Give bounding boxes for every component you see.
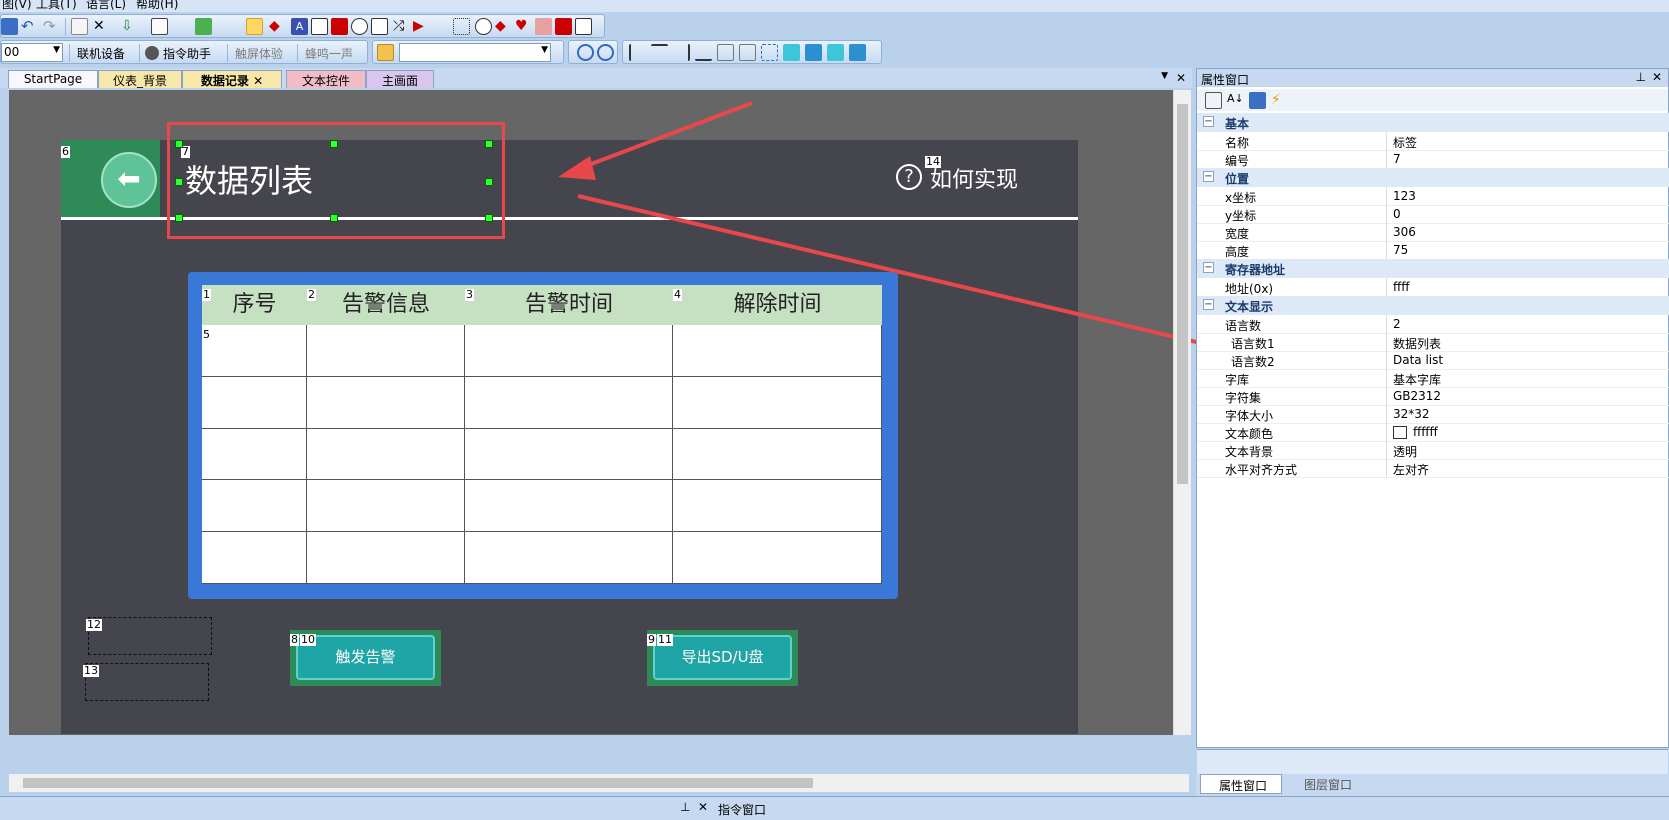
sort-az-icon[interactable]: A↓ [1227, 92, 1244, 109]
divider [1386, 205, 1387, 224]
command-window-title: 指令窗口 [718, 803, 767, 817]
collapse-icon[interactable]: − [1203, 116, 1214, 127]
property-row[interactable]: 字体大小 32*32 [1197, 405, 1669, 424]
vertical-scrollbar[interactable] [1173, 90, 1191, 735]
arrow-line [577, 194, 1231, 352]
property-key: 编号 [1225, 154, 1250, 168]
property-row[interactable]: 字库 基本字库 [1197, 369, 1669, 388]
property-value[interactable]: 306 [1393, 225, 1416, 239]
property-category[interactable]: − 基本 [1197, 113, 1669, 132]
property-key: 字体大小 [1225, 409, 1274, 423]
property-key: 语言数2 [1231, 355, 1275, 369]
close-icon[interactable]: ✕ [1652, 70, 1662, 84]
collapse-icon[interactable]: − [1203, 262, 1214, 273]
property-key: 文本颜色 [1225, 427, 1274, 441]
collapse-icon[interactable]: − [1203, 171, 1214, 182]
property-key: 语言数1 [1231, 337, 1275, 351]
property-value[interactable]: 2 [1393, 317, 1401, 331]
property-value[interactable]: ffffff [1413, 425, 1438, 439]
property-key: 高度 [1225, 245, 1250, 259]
property-value[interactable]: GB2312 [1393, 389, 1441, 403]
property-panel: 属性窗口 ⊥ ✕ A↓ ⚡ − 基本名称 标签编号 7 − 位置 x坐标 123 y坐标 0 宽度 3… [1196, 68, 1669, 819]
property-value[interactable]: 标签 [1393, 134, 1417, 151]
property-value[interactable]: Data list [1393, 353, 1443, 367]
property-key: 宽度 [1225, 227, 1250, 241]
property-key: 水平对齐方式 [1225, 463, 1298, 477]
scroll-thumb[interactable] [1177, 104, 1188, 484]
arrow-line [577, 101, 753, 171]
divider [1386, 241, 1387, 260]
property-key: 名称 [1225, 136, 1250, 150]
property-value[interactable]: 32*32 [1393, 407, 1430, 421]
property-key: 字符集 [1225, 391, 1262, 405]
collapse-icon[interactable]: − [1203, 299, 1214, 310]
divider [1386, 369, 1387, 388]
property-row[interactable]: 语言数1 数据列表 [1197, 333, 1669, 352]
pin-icon[interactable]: ⊥ [680, 800, 690, 814]
property-key: 字库 [1225, 373, 1250, 387]
property-value[interactable]: 123 [1393, 189, 1416, 203]
arrow-head [558, 156, 596, 180]
panel-tabs: 属性窗口 图层窗口 [1196, 774, 1669, 796]
tab-properties[interactable]: 属性窗口 [1200, 774, 1282, 794]
property-row[interactable]: y坐标 0 [1197, 205, 1669, 224]
property-key: 地址(0x) [1225, 282, 1274, 296]
property-value[interactable]: 7 [1393, 152, 1401, 166]
property-key: 文本背景 [1225, 445, 1274, 459]
close-icon[interactable]: ✕ [698, 800, 708, 814]
divider [1386, 278, 1387, 297]
property-row[interactable]: 语言数2 Data list [1197, 351, 1669, 370]
property-value[interactable]: 基本字库 [1393, 371, 1441, 388]
divider [1386, 441, 1387, 460]
property-value[interactable]: 0 [1393, 207, 1401, 221]
property-key: y坐标 [1225, 209, 1257, 223]
property-category[interactable]: − 位置 [1197, 168, 1669, 187]
property-key: 语言数 [1225, 319, 1262, 333]
divider [1386, 223, 1387, 242]
categorized-icon[interactable] [1205, 92, 1222, 109]
divider [1386, 150, 1387, 169]
property-grid: − 基本 名称 标签 编号 7− 位置 x坐标 123 y坐标 0 宽度 306 高度 75− 寄存器地址 地址… [1197, 113, 1669, 713]
divider [1386, 423, 1387, 442]
property-row[interactable]: 编号 7 [1197, 150, 1669, 169]
property-row[interactable]: x坐标 123 [1197, 187, 1669, 206]
property-row[interactable]: 宽度 306 [1197, 223, 1669, 242]
properties-icon[interactable] [1249, 92, 1266, 109]
divider [1386, 405, 1387, 424]
events-icon[interactable]: ⚡ [1271, 92, 1288, 109]
property-value[interactable]: 数据列表 [1393, 335, 1441, 352]
property-key: x坐标 [1225, 191, 1257, 205]
property-row[interactable]: 地址(0x) ffff [1197, 278, 1669, 297]
property-category[interactable]: − 寄存器地址 [1197, 259, 1669, 278]
property-value[interactable]: 左对齐 [1393, 461, 1429, 478]
divider [1386, 333, 1387, 352]
command-window-bar: ⊥ ✕ 指令窗口 [0, 796, 1669, 820]
pin-icon[interactable]: ⊥ [1636, 70, 1646, 84]
divider [1386, 387, 1387, 406]
panel-title: 属性窗口 [1201, 73, 1250, 87]
divider [1386, 187, 1387, 206]
scroll-thumb[interactable] [23, 778, 813, 788]
property-row[interactable]: 名称 标签 [1197, 132, 1669, 151]
tab-layers[interactable]: 图层窗口 [1286, 774, 1368, 794]
property-row[interactable]: 字符集 GB2312 [1197, 387, 1669, 406]
property-row[interactable]: 水平对齐方式 左对齐 [1197, 459, 1669, 478]
property-category[interactable]: − 文本显示 [1197, 296, 1669, 315]
property-row[interactable]: 高度 75 [1197, 241, 1669, 260]
property-value[interactable]: 75 [1393, 243, 1408, 257]
property-row[interactable]: 语言数 2 [1197, 315, 1669, 334]
divider [1386, 315, 1387, 334]
horizontal-scrollbar[interactable] [9, 774, 1189, 792]
divider [1386, 132, 1387, 151]
divider [1386, 351, 1387, 370]
property-value[interactable]: ffff [1393, 280, 1410, 294]
divider [1386, 459, 1387, 478]
color-swatch[interactable] [1393, 426, 1407, 439]
panel-header: 属性窗口 ⊥ ✕ [1197, 69, 1668, 87]
property-row[interactable]: 文本背景 透明 [1197, 441, 1669, 460]
property-toolbar: A↓ ⚡ [1197, 89, 1668, 111]
property-row[interactable]: 文本颜色 ffffff [1197, 423, 1669, 442]
property-value[interactable]: 透明 [1393, 443, 1417, 460]
